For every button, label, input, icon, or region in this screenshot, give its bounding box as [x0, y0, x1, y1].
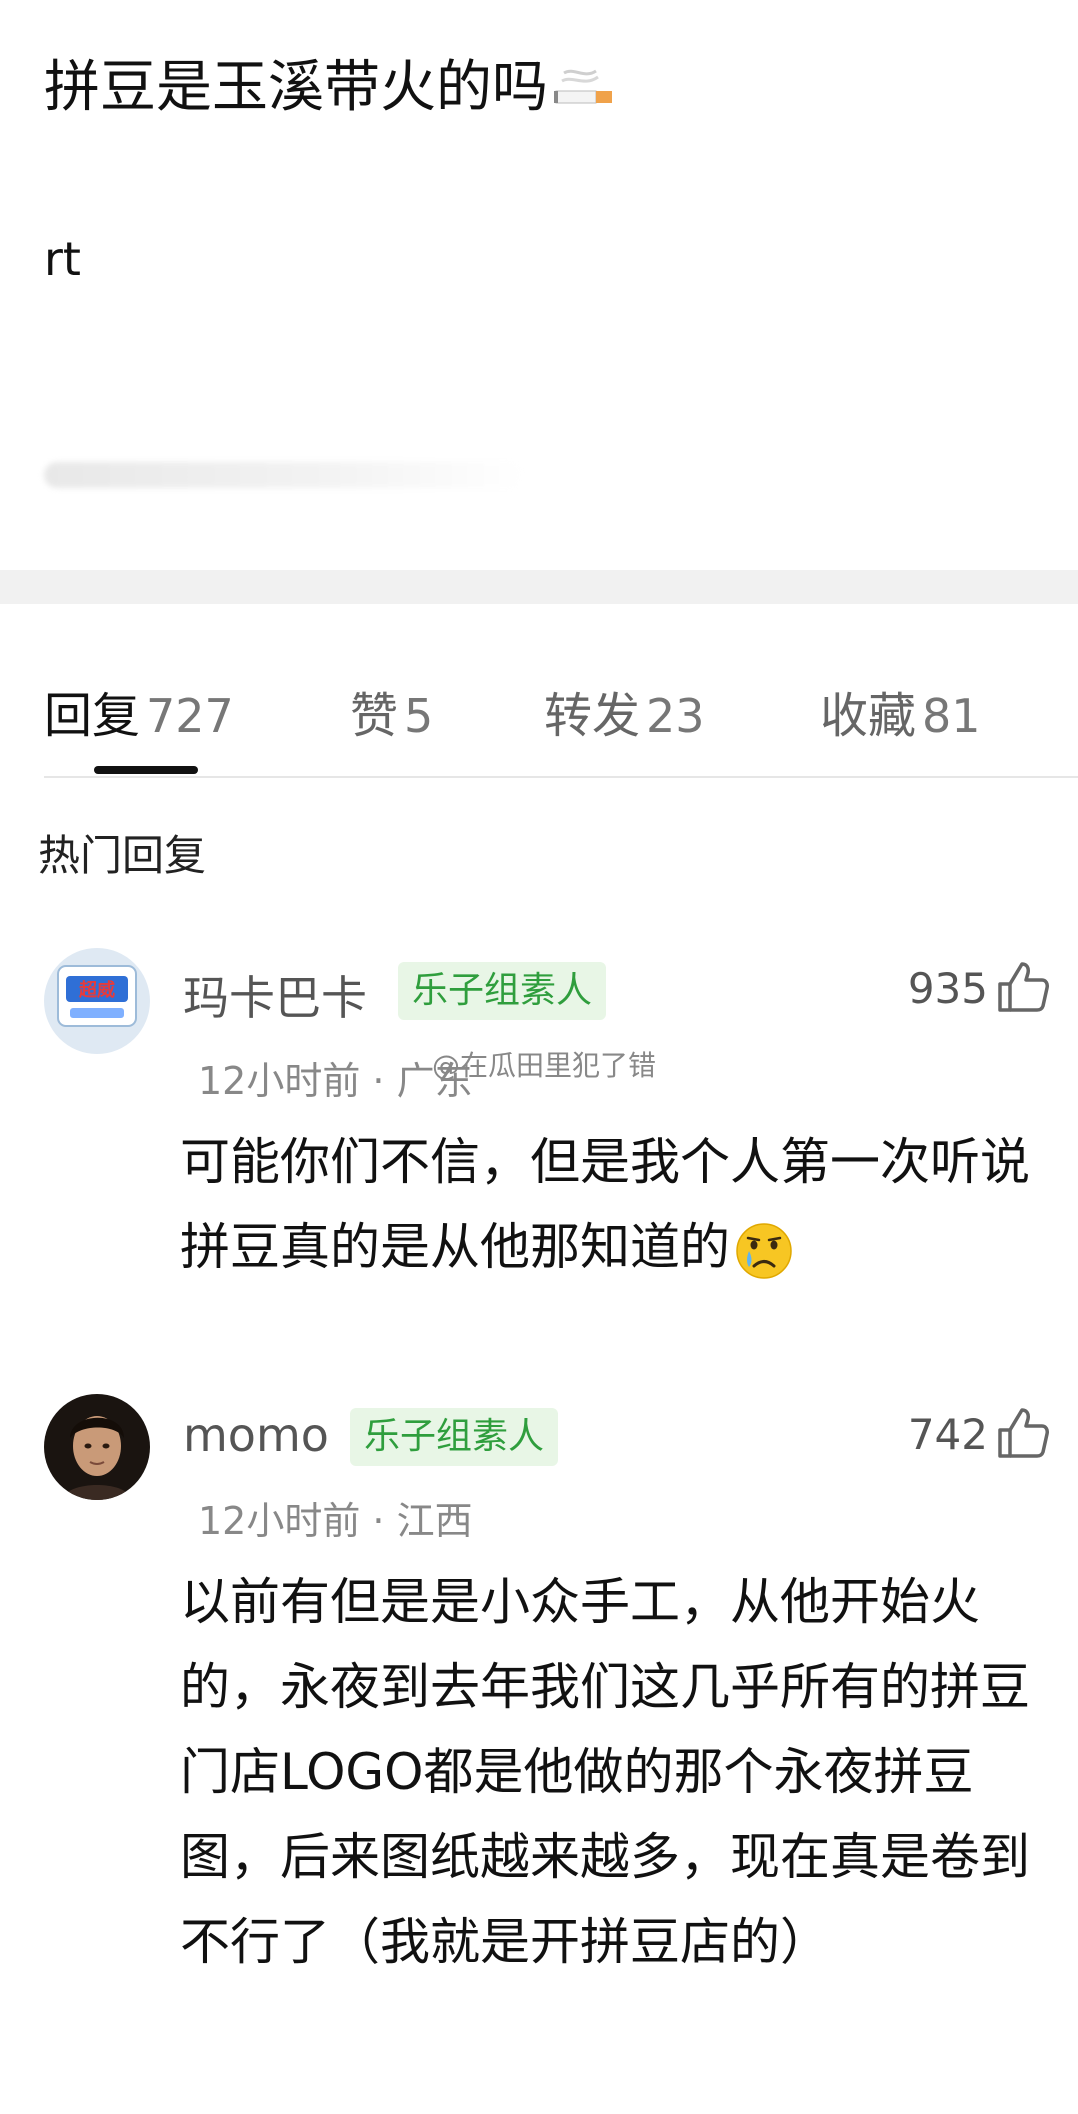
comment-username[interactable]: 玛卡巴卡	[183, 962, 367, 1028]
post-title: 拼豆是玉溪带火的吗	[44, 42, 616, 123]
tabs-divider	[44, 776, 1078, 778]
tab-reposts-label: 转发	[544, 688, 641, 744]
tab-likes[interactable]: 赞5	[350, 676, 433, 746]
avatar[interactable]: 超威	[44, 948, 150, 1054]
active-tab-indicator	[94, 766, 198, 774]
like-count: 742	[907, 1410, 988, 1459]
comment-meta: 12小时前 · 江西	[198, 1499, 473, 1543]
tab-favorites[interactable]: 收藏 81	[820, 676, 981, 746]
tab-reposts[interactable]: 转发 23	[544, 676, 705, 746]
tab-reposts-count: 23	[646, 689, 705, 743]
avatar-label: 超威	[79, 979, 115, 1001]
user-badge: 乐子组素人	[350, 1408, 559, 1466]
tab-replies[interactable]: 回复 727	[44, 676, 234, 746]
tab-replies-label: 回复	[44, 688, 141, 744]
comment-text: 以前有但是是小众手工，从他开始火的，永夜到去年我们这几乎所有的拼豆门店LOGO都…	[180, 1573, 1030, 1971]
tab-replies-count: 727	[146, 689, 234, 743]
blurred-post-meta	[44, 462, 524, 488]
tab-favorites-label: 收藏	[820, 688, 917, 744]
tab-favorites-count: 81	[922, 689, 981, 743]
avatar[interactable]	[44, 1394, 150, 1500]
watermark: @在瓜田里犯了错	[432, 1049, 657, 1082]
post-body: rt	[44, 232, 81, 286]
crying-face-icon	[734, 1221, 794, 1281]
comment-text: 可能你们不信，但是我个人第一次听说拼豆真的是从他那知道的	[180, 1120, 1070, 1290]
like-count: 935	[907, 964, 988, 1013]
hot-replies-title: 热门回复	[38, 831, 207, 880]
reply-tabs: 回复 727 赞5 转发 23 收藏 81	[0, 640, 1078, 780]
tab-likes-label: 赞	[350, 688, 399, 744]
comment-text-body: 可能你们不信，但是我个人第一次听说拼豆真的是从他那知道的	[180, 1133, 1030, 1276]
thumbs-up-icon[interactable]	[994, 1404, 1052, 1462]
tab-likes-count: 5	[404, 689, 434, 743]
comment-username[interactable]: momo	[183, 1408, 329, 1462]
post-title-text: 拼豆是玉溪带火的吗	[44, 55, 548, 120]
thumbs-up-icon[interactable]	[994, 958, 1052, 1016]
user-badge: 乐子组素人	[398, 962, 607, 1020]
section-divider	[0, 570, 1078, 604]
cigarette-icon	[554, 58, 616, 123]
